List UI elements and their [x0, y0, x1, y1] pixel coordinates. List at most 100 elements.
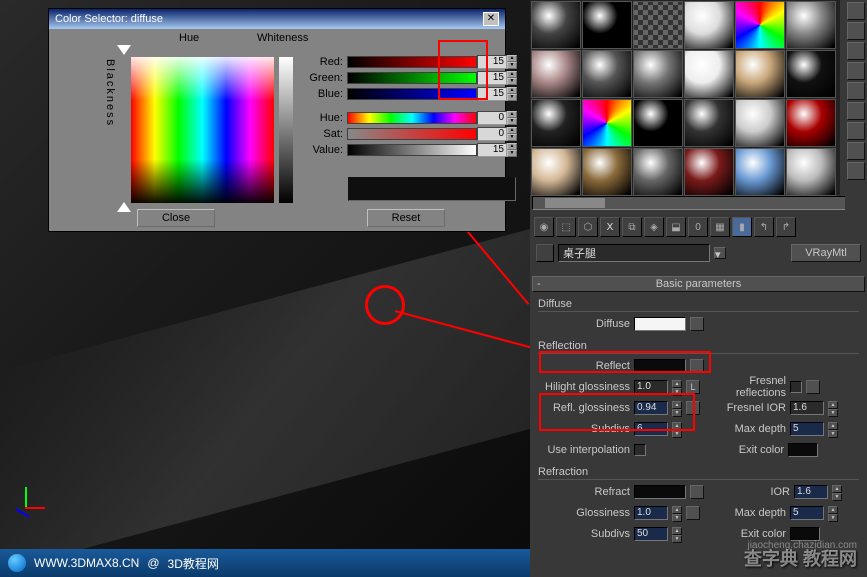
show-result-icon[interactable]: ▮: [732, 217, 752, 237]
make-unique-icon[interactable]: ◈: [644, 217, 664, 237]
hue-arrow-bottom-icon[interactable]: [117, 202, 131, 212]
exit-color-swatch[interactable]: [788, 443, 818, 457]
hilight-gloss-spinner[interactable]: ▲▼: [672, 380, 682, 394]
red-label: Red:: [297, 56, 347, 68]
show-map-icon[interactable]: ▦: [710, 217, 730, 237]
material-slot[interactable]: [735, 50, 785, 98]
sample-tool-button[interactable]: [847, 82, 865, 100]
material-slot[interactable]: [786, 99, 836, 147]
max-depth-input[interactable]: 5: [790, 422, 824, 436]
subdivs2-input[interactable]: 50: [634, 527, 668, 541]
material-slot[interactable]: [531, 1, 581, 49]
material-slot[interactable]: [582, 148, 632, 196]
material-slot[interactable]: [684, 148, 734, 196]
material-slot[interactable]: [582, 50, 632, 98]
use-interp-checkbox[interactable]: [634, 444, 646, 456]
get-material-icon[interactable]: ◉: [534, 217, 554, 237]
subdivs2-label: Subdivs: [538, 528, 630, 540]
max-depth2-input[interactable]: 5: [790, 506, 824, 520]
sample-tool-button[interactable]: [847, 162, 865, 180]
material-slot[interactable]: [582, 99, 632, 147]
value-strip[interactable]: [279, 57, 293, 203]
glossiness-map-button[interactable]: [686, 506, 700, 520]
annotation-box-reflect: [539, 351, 711, 373]
material-slot[interactable]: [684, 50, 734, 98]
go-parent-icon[interactable]: ↰: [754, 217, 774, 237]
rollout-header[interactable]: - Basic parameters: [532, 276, 865, 292]
value-input[interactable]: 15: [477, 143, 507, 157]
hue-spinner[interactable]: ▲▼: [507, 111, 517, 125]
l-lock-button[interactable]: L: [686, 380, 700, 394]
red-spinner[interactable]: ▲▼: [507, 55, 517, 69]
green-spinner[interactable]: ▲▼: [507, 71, 517, 85]
material-slot[interactable]: [582, 1, 632, 49]
sat-spinner[interactable]: ▲▼: [507, 127, 517, 141]
hue-input[interactable]: 0: [477, 111, 507, 125]
material-slot[interactable]: [633, 99, 683, 147]
value-spinner[interactable]: ▲▼: [507, 143, 517, 157]
material-slot[interactable]: [786, 1, 836, 49]
glossiness-input[interactable]: 1.0: [634, 506, 668, 520]
make-copy-icon[interactable]: ⧉: [622, 217, 642, 237]
reset-map-icon[interactable]: X: [600, 217, 620, 237]
put-to-scene-icon[interactable]: ⬚: [556, 217, 576, 237]
pick-material-icon[interactable]: [536, 244, 554, 262]
max-depth2-spinner[interactable]: ▲▼: [828, 506, 838, 520]
material-slot[interactable]: [531, 99, 581, 147]
material-slot[interactable]: [633, 148, 683, 196]
close-icon[interactable]: ✕: [483, 12, 499, 26]
value-slider[interactable]: [347, 144, 477, 156]
refract-swatch[interactable]: [634, 485, 686, 499]
close-button[interactable]: Close: [137, 209, 215, 227]
glossiness-spinner[interactable]: ▲▼: [672, 506, 682, 520]
sample-tool-button[interactable]: [847, 102, 865, 120]
diffuse-swatch[interactable]: [634, 317, 686, 331]
material-name-input[interactable]: [558, 244, 710, 262]
dropdown-arrow-icon[interactable]: ▾: [714, 247, 726, 259]
max-depth-spinner[interactable]: ▲▼: [828, 422, 838, 436]
fresnel-ior-input[interactable]: 1.6: [790, 401, 824, 415]
hue-slider[interactable]: [347, 112, 477, 124]
hilight-gloss-input[interactable]: 1.0: [634, 380, 668, 394]
exit-color2-swatch[interactable]: [790, 527, 820, 541]
sample-tool-button[interactable]: [847, 22, 865, 40]
ior-input[interactable]: 1.6: [794, 485, 828, 499]
material-slot[interactable]: [633, 50, 683, 98]
l-lock-button-2[interactable]: [806, 380, 820, 394]
material-slot[interactable]: [684, 1, 734, 49]
diffuse-label: Diffuse: [538, 318, 630, 330]
material-slot[interactable]: [735, 1, 785, 49]
diffuse-map-button[interactable]: [690, 317, 704, 331]
assign-icon[interactable]: ⬡: [578, 217, 598, 237]
sample-tool-button[interactable]: [847, 42, 865, 60]
blue-spinner[interactable]: ▲▼: [507, 87, 517, 101]
go-forward-icon[interactable]: ↱: [776, 217, 796, 237]
hue-arrow-icon[interactable]: [117, 45, 131, 55]
ior-spinner[interactable]: ▲▼: [832, 485, 842, 499]
sample-scrollbar[interactable]: [532, 196, 846, 210]
subdivs2-spinner[interactable]: ▲▼: [672, 527, 682, 541]
material-slot[interactable]: [786, 50, 836, 98]
dialog-titlebar[interactable]: Color Selector: diffuse ✕: [49, 9, 505, 29]
material-slot[interactable]: [786, 148, 836, 196]
material-slot[interactable]: [684, 99, 734, 147]
material-type-button[interactable]: VRayMtl: [791, 244, 861, 262]
material-slot[interactable]: [531, 148, 581, 196]
refract-map-button[interactable]: [690, 485, 704, 499]
sat-input[interactable]: 0: [477, 127, 507, 141]
sample-tool-button[interactable]: [847, 122, 865, 140]
sample-tool-button[interactable]: [847, 142, 865, 160]
put-library-icon[interactable]: ⬓: [666, 217, 686, 237]
material-slot[interactable]: [735, 99, 785, 147]
fresnel-checkbox[interactable]: [790, 381, 802, 393]
hue-picker[interactable]: [131, 57, 274, 203]
material-slot[interactable]: [633, 1, 683, 49]
fresnel-ior-spinner[interactable]: ▲▼: [828, 401, 838, 415]
sat-slider[interactable]: [347, 128, 477, 140]
material-slot[interactable]: [531, 50, 581, 98]
material-id-icon[interactable]: 0: [688, 217, 708, 237]
reset-button[interactable]: Reset: [367, 209, 445, 227]
sample-tool-button[interactable]: [847, 2, 865, 20]
sample-tool-button[interactable]: [847, 62, 865, 80]
material-slot[interactable]: [735, 148, 785, 196]
